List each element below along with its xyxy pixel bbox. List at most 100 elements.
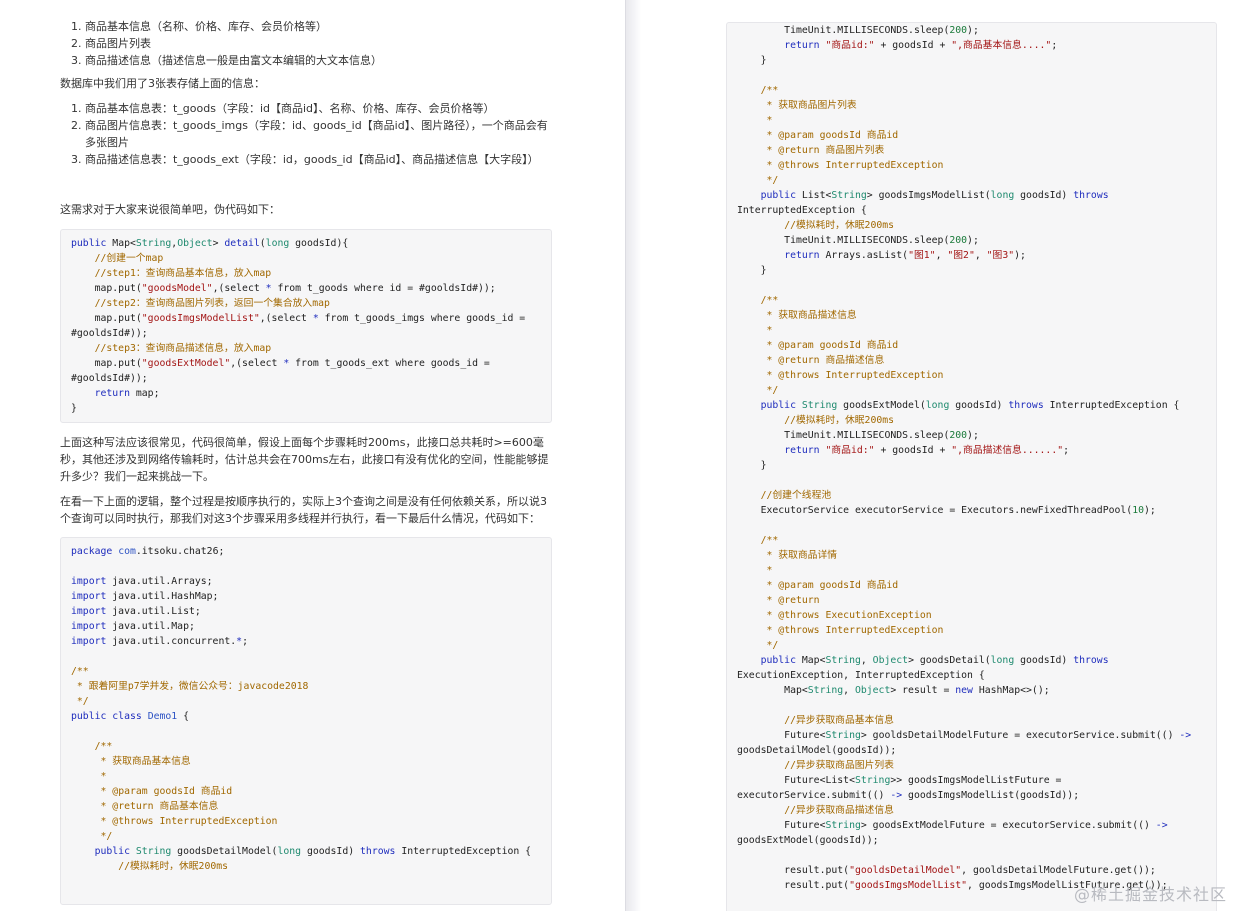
code-line: //异步获取商品图片列表	[737, 758, 1216, 773]
code-token: goodsExtModel(	[837, 400, 926, 411]
code-line: *	[737, 563, 1216, 578]
code-token: * 跟着阿里p7学并发，微信公众号：javacode2018	[71, 681, 309, 692]
code-line: //step1：查询商品基本信息，放入map	[71, 266, 541, 281]
code-token: ;	[242, 636, 248, 647]
code-token: //模拟耗时，休眠200ms	[784, 415, 895, 426]
info-item-3: 商品描述信息（描述信息一般是由富文本编辑的大文本信息）	[85, 52, 552, 69]
code-token: ,(select	[259, 313, 313, 324]
code-token: //异步获取商品图片列表	[784, 760, 894, 771]
code-token: HashMap<>();	[972, 685, 1050, 696]
code-token: /**	[760, 85, 779, 96]
code-token: String	[135, 846, 172, 857]
code-token: public	[94, 846, 136, 857]
code-token: *	[766, 115, 773, 126]
code-token: import	[71, 606, 107, 617]
code-token: );	[967, 430, 979, 441]
code-token: );	[1143, 505, 1156, 516]
code-token: 200	[949, 235, 968, 246]
code-token: java.util.concurrent.	[106, 636, 237, 647]
code-line: return map;	[71, 386, 541, 401]
code-token: goodsId)	[949, 400, 1009, 411]
code-token: //step1：查询商品基本信息，放入map	[94, 268, 272, 279]
code-token: goodsId)	[1014, 190, 1074, 201]
code-line: * @throws InterruptedException	[737, 623, 1216, 638]
code-token: "gooldsDetailModel"	[849, 865, 962, 876]
code-token: long	[265, 238, 290, 249]
code-token: * @return 商品图片列表	[766, 145, 885, 156]
code-token: + goodsId +	[874, 445, 952, 456]
code-token: * @throws InterruptedException	[100, 816, 278, 827]
code-token: + goodsId +	[874, 40, 952, 51]
code-token: ",商品基本信息...."	[951, 40, 1052, 51]
code-token: map;	[129, 388, 160, 399]
code-token: * @throws InterruptedException	[766, 370, 944, 381]
code-token: java.util.Map;	[106, 621, 195, 632]
code-token: * @throws InterruptedException	[766, 625, 944, 636]
watermark: @稀土掘金技术社区	[1073, 885, 1227, 904]
code-token: * 获取商品基本信息	[100, 756, 191, 767]
code-token: ->	[1179, 730, 1192, 741]
code-token: long	[277, 846, 302, 857]
code-line: /**	[737, 83, 1216, 98]
code-token: new	[955, 685, 973, 696]
code-token: map.put(	[71, 358, 142, 369]
code-token: *	[766, 325, 773, 336]
code-token: detail	[224, 238, 260, 249]
code-line: /**	[71, 739, 541, 754]
code-token: goodsId){	[289, 238, 349, 249]
page-gutter	[625, 0, 641, 911]
code-line: * @return	[737, 593, 1216, 608]
code-token: String	[801, 400, 838, 411]
code-token: > gooldsDetailModelFuture = executorServ…	[860, 730, 1180, 741]
code-line: * 跟着阿里p7学并发，微信公众号：javacode2018	[71, 679, 541, 694]
code-token: *	[100, 771, 107, 782]
code-token: String	[807, 685, 844, 696]
code-token: */	[71, 696, 89, 707]
code-token: Future<	[737, 730, 826, 741]
code-token: ->	[1155, 820, 1168, 831]
code-token: InterruptedException {	[1043, 400, 1180, 411]
code-token: 200	[949, 430, 968, 441]
code-token: ;	[1051, 40, 1058, 51]
code-token: //step3：查询商品描述信息，放入map	[94, 343, 272, 354]
code-line: goodsExtModel(goodsId));	[737, 833, 1216, 848]
code-token: "goodsExtModel"	[141, 358, 231, 369]
table-item-3: 商品描述信息表：t_goods_ext（字段：id，goods_id【商品id】…	[85, 151, 552, 168]
code-line: //模拟耗时，休眠200ms	[737, 218, 1216, 233]
code-token: InterruptedException {	[395, 846, 532, 857]
db-intro-text: 数据库中我们用了3张表存储上面的信息：	[60, 77, 265, 90]
code-token: ExecutorService executorService = Execut…	[737, 505, 1133, 516]
code-line: return Arrays.asList("图1", "图2", "图3");	[737, 248, 1216, 263]
code-line: Future<List<String>> goodsImgsModelListF…	[737, 773, 1216, 788]
code-token: "goodsImgsModelList"	[141, 313, 260, 324]
code-line: * 获取商品描述信息	[737, 308, 1216, 323]
code-token: String	[825, 730, 861, 741]
code-token: * @param goodsId 商品id	[766, 340, 899, 351]
code-line: * 获取商品图片列表	[737, 98, 1216, 113]
code-line: public String goodsDetailModel(long good…	[71, 844, 541, 859]
code-line: #gooldsId#));	[71, 326, 541, 341]
code-line: public List<String> goodsImgsModelList(l…	[737, 188, 1216, 203]
code-token: ,	[843, 685, 855, 696]
code-token: import	[71, 636, 107, 647]
